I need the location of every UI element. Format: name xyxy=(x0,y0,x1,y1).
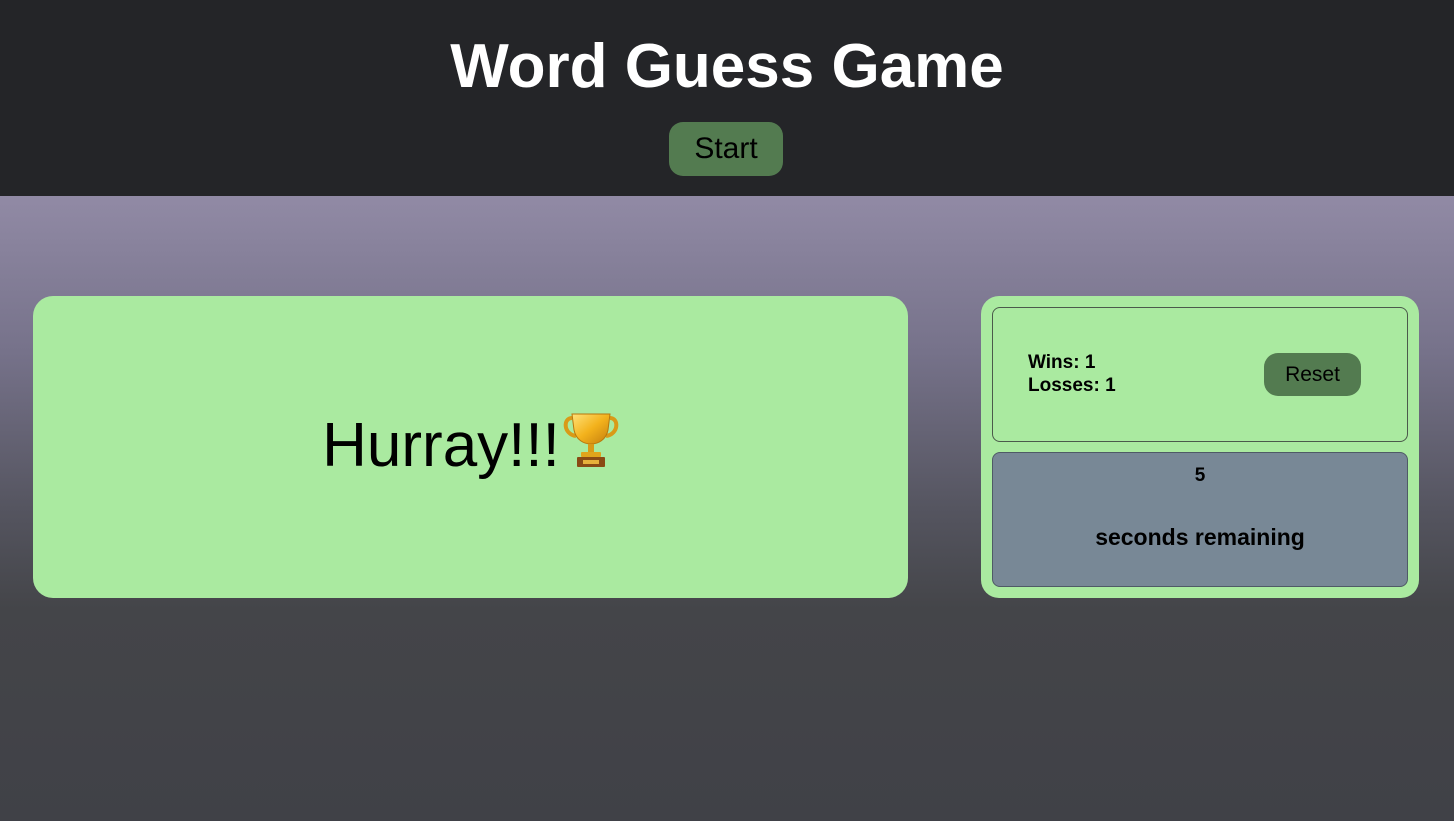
trophy-icon xyxy=(562,410,620,488)
result-text: Hurray!!! xyxy=(322,411,560,480)
start-button[interactable]: Start xyxy=(669,122,783,176)
wins-count: Wins: 1 xyxy=(1028,352,1096,373)
result-message: Hurray!!! xyxy=(0,408,942,488)
timer-seconds: 5 xyxy=(1194,465,1206,486)
page-title: Word Guess Game xyxy=(450,32,1004,101)
reset-button[interactable]: Reset xyxy=(1264,353,1361,396)
timer-label: seconds remaining xyxy=(1095,524,1305,550)
losses-count: Losses: 1 xyxy=(1028,375,1116,396)
